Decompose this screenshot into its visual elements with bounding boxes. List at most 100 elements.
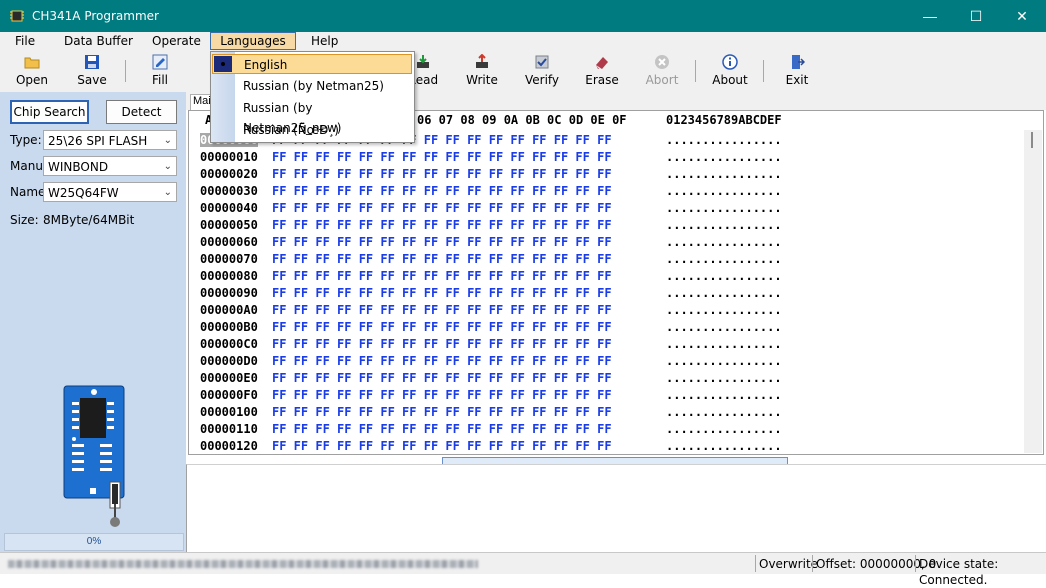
- minimize-button[interactable]: —: [907, 0, 953, 32]
- hex-row-ascii[interactable]: ................: [666, 133, 782, 147]
- chevron-down-icon: ⌄: [163, 187, 172, 198]
- menu-help[interactable]: Help: [311, 33, 338, 49]
- hex-row-bytes[interactable]: FF FF FF FF FF FF FF FF FF FF FF FF FF F…: [272, 286, 612, 300]
- manufacturer-select[interactable]: WINBOND ⌄: [43, 156, 177, 176]
- verify-button[interactable]: Verify: [516, 52, 568, 90]
- language-item-russian-netman25-new[interactable]: Russian (by Netman25_new): [212, 98, 412, 135]
- hex-row-ascii[interactable]: ................: [666, 422, 782, 436]
- type-value: 25\26 SPI FLASH: [48, 134, 148, 148]
- hex-row-ascii[interactable]: ................: [666, 371, 782, 385]
- status-divider: [915, 555, 916, 572]
- hex-row-ascii[interactable]: ................: [666, 235, 782, 249]
- hex-row-address: 00000110: [200, 422, 258, 436]
- status-divider: [755, 555, 756, 572]
- hex-row-bytes[interactable]: FF FF FF FF FF FF FF FF FF FF FF FF FF F…: [272, 218, 612, 232]
- type-label: Type:: [10, 133, 42, 147]
- title-bar: CH341A Programmer — ☐ ✕: [0, 0, 1046, 32]
- hex-row-bytes[interactable]: FF FF FF FF FF FF FF FF FF FF FF FF FF F…: [272, 167, 612, 181]
- open-button[interactable]: Open: [6, 52, 58, 90]
- scrollbar-thumb[interactable]: [1031, 132, 1033, 148]
- hex-row-bytes[interactable]: FF FF FF FF FF FF FF FF FF FF FF FF FF F…: [272, 422, 612, 436]
- open-label: Open: [15, 73, 49, 87]
- hex-row-address: 00000050: [200, 218, 258, 232]
- hex-row-ascii[interactable]: ................: [666, 201, 782, 215]
- hex-row-address: 000000D0: [200, 354, 258, 368]
- erase-button[interactable]: Erase: [576, 52, 628, 90]
- language-item-russian-garbled[interactable]: Russian (ÑœÐ¸): [212, 120, 412, 140]
- verify-check-icon: [535, 55, 549, 69]
- language-label: English: [244, 58, 288, 72]
- fill-button[interactable]: Fill: [134, 52, 186, 90]
- chevron-down-icon: ⌄: [163, 135, 172, 146]
- exit-button[interactable]: Exit: [771, 52, 823, 90]
- menu-file[interactable]: File: [15, 33, 35, 49]
- close-icon: ✕: [1016, 7, 1028, 24]
- hex-row-bytes[interactable]: FF FF FF FF FF FF FF FF FF FF FF FF FF F…: [272, 388, 612, 402]
- hex-row-ascii[interactable]: ................: [666, 184, 782, 198]
- status-divider: [812, 555, 813, 572]
- vertical-scrollbar[interactable]: [1024, 130, 1042, 453]
- hex-row-bytes[interactable]: FF FF FF FF FF FF FF FF FF FF FF FF FF F…: [272, 235, 612, 249]
- fill-edit-icon: [152, 54, 168, 70]
- chip-name-select[interactable]: W25Q64FW ⌄: [43, 182, 177, 202]
- hex-row-ascii[interactable]: ................: [666, 388, 782, 402]
- hex-row-ascii[interactable]: ................: [666, 439, 782, 453]
- hex-row-bytes[interactable]: FF FF FF FF FF FF FF FF FF FF FF FF FF F…: [272, 337, 612, 351]
- maximize-icon: ☐: [969, 7, 983, 24]
- hex-row-ascii[interactable]: ................: [666, 320, 782, 334]
- hex-row-ascii[interactable]: ................: [666, 405, 782, 419]
- hex-row-address: 00000060: [200, 235, 258, 249]
- manufacturer-value: WINBOND: [48, 160, 109, 174]
- hex-row-address: 000000F0: [200, 388, 258, 402]
- hex-row-address: 00000080: [200, 269, 258, 283]
- hex-row-ascii[interactable]: ................: [666, 167, 782, 181]
- language-item-russian-netman25[interactable]: Russian (by Netman25): [212, 76, 412, 96]
- manu-label: Manu:: [10, 159, 47, 173]
- hex-row-bytes[interactable]: FF FF FF FF FF FF FF FF FF FF FF FF FF F…: [272, 269, 612, 283]
- hex-row-address: 000000C0: [200, 337, 258, 351]
- progress-bar: 0%: [4, 533, 184, 551]
- maximize-button[interactable]: ☐: [953, 0, 999, 32]
- abort-button[interactable]: Abort: [636, 52, 688, 90]
- menu-data-buffer[interactable]: Data Buffer: [64, 33, 133, 49]
- hex-row-ascii[interactable]: ................: [666, 252, 782, 266]
- hex-row-ascii[interactable]: ................: [666, 354, 782, 368]
- detect-button[interactable]: Detect: [106, 100, 177, 124]
- hex-row-bytes[interactable]: FF FF FF FF FF FF FF FF FF FF FF FF FF F…: [272, 150, 612, 164]
- hex-row-ascii[interactable]: ................: [666, 303, 782, 317]
- hex-row-bytes[interactable]: FF FF FF FF FF FF FF FF FF FF FF FF FF F…: [272, 184, 612, 198]
- status-bar: Overwrite Offset: 00000000, 0 Device sta…: [0, 552, 1046, 587]
- hex-row-ascii[interactable]: ................: [666, 286, 782, 300]
- hex-row-ascii[interactable]: ................: [666, 337, 782, 351]
- abort-stop-icon: [655, 55, 669, 69]
- about-button[interactable]: About: [704, 52, 756, 90]
- chip-search-button[interactable]: Chip Search: [10, 100, 89, 124]
- menu-operate[interactable]: Operate: [152, 33, 201, 49]
- hex-row-ascii[interactable]: ................: [666, 218, 782, 232]
- hex-row-bytes[interactable]: FF FF FF FF FF FF FF FF FF FF FF FF FF F…: [272, 371, 612, 385]
- menu-languages[interactable]: Languages: [210, 32, 296, 50]
- hex-row-address: 00000030: [200, 184, 258, 198]
- write-button[interactable]: Write: [456, 52, 508, 90]
- eraser-icon: [596, 57, 608, 69]
- hex-row-bytes[interactable]: FF FF FF FF FF FF FF FF FF FF FF FF FF F…: [272, 354, 612, 368]
- read-chip-icon: [417, 55, 429, 68]
- language-item-english[interactable]: English: [212, 54, 412, 74]
- type-select[interactable]: 25\26 SPI FLASH ⌄: [43, 130, 177, 150]
- chevron-down-icon: ⌄: [163, 161, 172, 172]
- hex-row-bytes[interactable]: FF FF FF FF FF FF FF FF FF FF FF FF FF F…: [272, 303, 612, 317]
- toolbar: Open Save Fill Read Write Verify Erase A…: [0, 50, 1046, 93]
- save-button[interactable]: Save: [66, 52, 118, 90]
- language-label: Russian (ÑœÐ¸): [243, 123, 339, 137]
- hex-row-bytes[interactable]: FF FF FF FF FF FF FF FF FF FF FF FF FF F…: [272, 252, 612, 266]
- about-label: About: [712, 73, 748, 87]
- hex-row-bytes[interactable]: FF FF FF FF FF FF FF FF FF FF FF FF FF F…: [272, 439, 612, 453]
- fill-label: Fill: [151, 73, 169, 87]
- hex-row-bytes[interactable]: FF FF FF FF FF FF FF FF FF FF FF FF FF F…: [272, 405, 612, 419]
- hex-row-ascii[interactable]: ................: [666, 269, 782, 283]
- hex-row-bytes[interactable]: FF FF FF FF FF FF FF FF FF FF FF FF FF F…: [272, 201, 612, 215]
- abort-label: Abort: [645, 73, 679, 87]
- hex-row-ascii[interactable]: ................: [666, 150, 782, 164]
- close-button[interactable]: ✕: [999, 0, 1045, 32]
- hex-row-bytes[interactable]: FF FF FF FF FF FF FF FF FF FF FF FF FF F…: [272, 320, 612, 334]
